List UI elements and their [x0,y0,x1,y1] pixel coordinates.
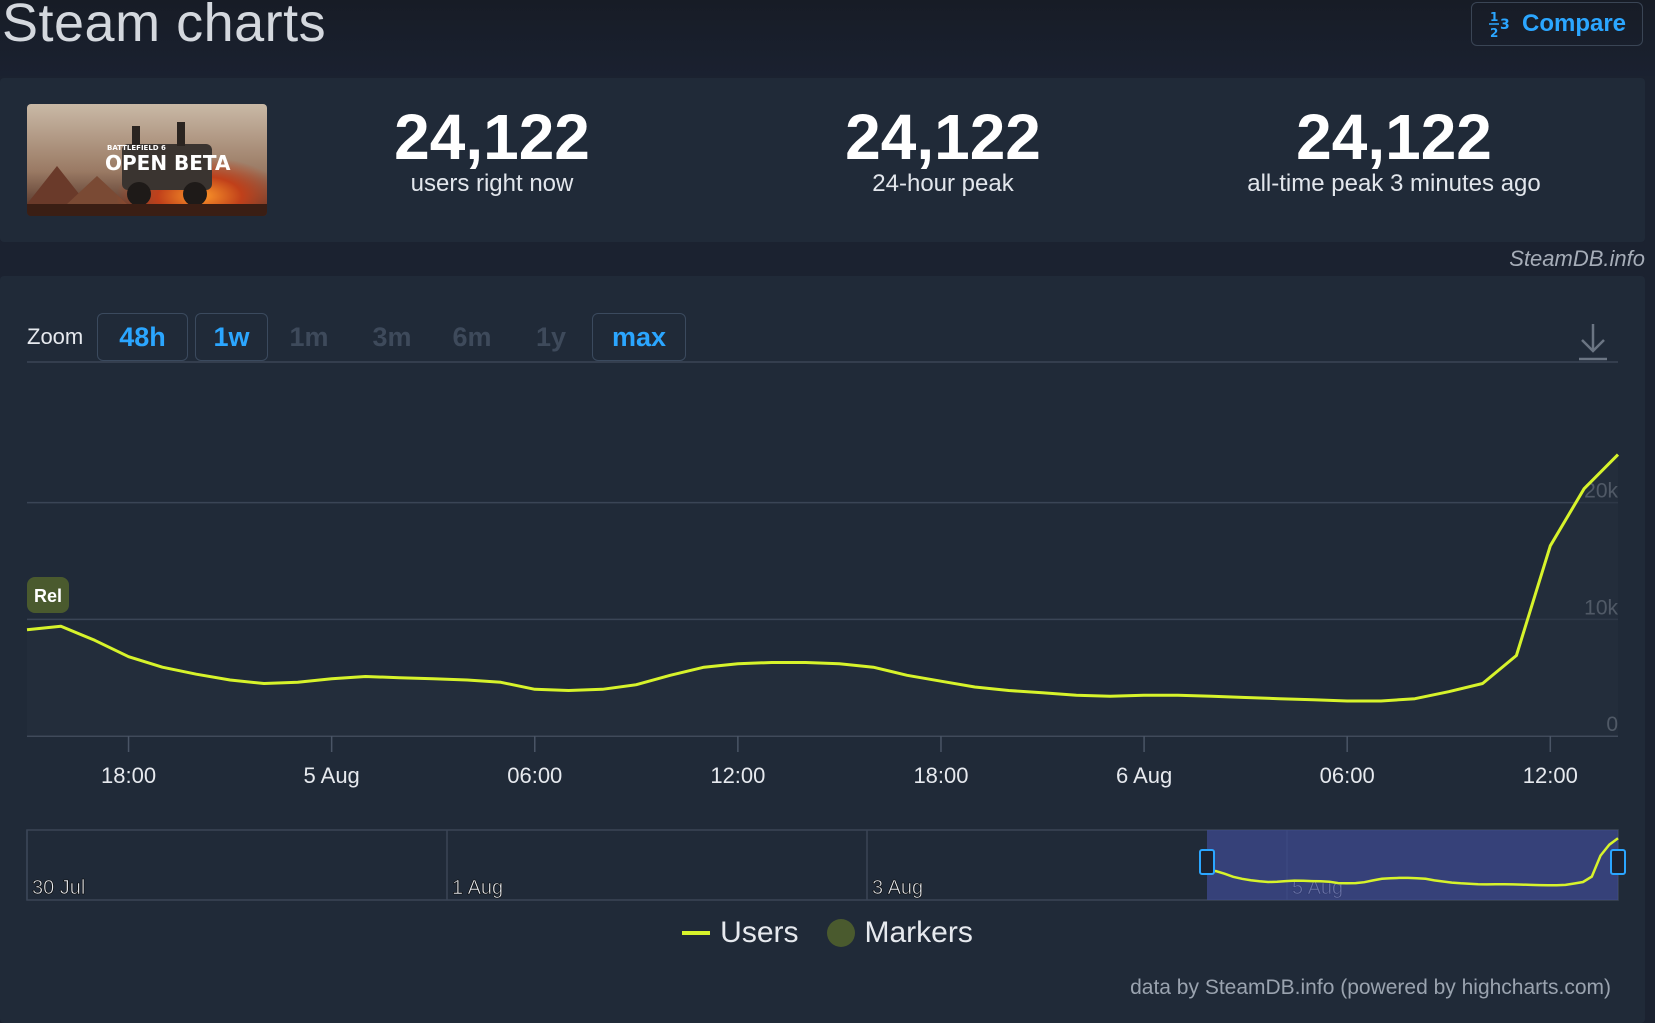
x-tick-label: 06:00 [507,763,562,788]
game-cover-image[interactable]: BATTLEFIELD 6 OPEN BETA [27,104,267,216]
users-area [27,454,1618,736]
svg-text:1: 1 [1490,10,1498,24]
page-title: Steam charts [2,0,327,53]
legend-users-label: Users [720,916,799,949]
x-tick-label: 12:00 [710,763,765,788]
chart-panel: Zoom 48h 1w 1m 3m 6m 1y max 010k20k18:00… [0,276,1645,1023]
stat-label: 24-hour peak [872,170,1014,197]
compare-icon: 1 3 2 [1488,10,1510,39]
x-tick-label: 12:00 [1523,763,1578,788]
top-bar: Steam charts 1 3 2 Compare [0,0,1655,76]
stat-label: all-time peak 3 minutes ago [1247,170,1541,197]
navigator-handle[interactable] [1199,849,1215,875]
x-tick-label: 5 Aug [304,763,360,788]
stat-label: users right now [410,170,574,197]
x-tick-label: 06:00 [1320,763,1375,788]
legend-users-swatch [682,931,711,935]
x-tick-label: 18:00 [913,763,968,788]
x-tick-label: 18:00 [101,763,156,788]
cover-title: OPEN BETA [105,151,231,175]
navigator-selection [1207,830,1618,900]
navigator-label: 3 Aug [872,877,923,899]
navigator-label: 1 Aug [452,877,503,899]
navigator-label: 30 Jul [32,877,85,899]
users-series-line [26,453,1620,703]
stat-value: 24,122 [394,101,590,173]
chart-legend: Users Markers [0,916,1655,950]
legend-markers[interactable]: Markers [826,916,973,950]
stat-all-time-peak: 24,122 all-time peak 3 minutes ago [1184,100,1604,198]
legend-markers-swatch [826,919,855,947]
legend-markers-label: Markers [864,916,973,949]
stat-value: 24,122 [845,101,1041,173]
compare-label: Compare [1521,10,1627,37]
compare-button[interactable]: 1 3 2 Compare [1471,2,1643,46]
svg-text:2: 2 [1490,26,1498,39]
stat-24h-peak: 24,122 24-hour peak [733,100,1153,198]
marker-flag[interactable]: Rel [27,577,69,613]
navigator-handle[interactable] [1610,849,1626,875]
stats-panel: BATTLEFIELD 6 OPEN BETA 24,122 users rig… [0,78,1645,242]
legend-users[interactable]: Users [682,916,799,950]
stat-value: 24,122 [1296,101,1492,173]
stat-current-users: 24,122 users right now [282,100,702,198]
users-line-chart[interactable]: 010k20k18:005 Aug06:0012:0018:006 Aug06:… [0,276,1645,916]
x-tick-label: 6 Aug [1116,763,1172,788]
attribution: SteamDB.info [1509,246,1645,271]
marker-label: Rel [34,586,62,606]
chart-credits[interactable]: data by SteamDB.info (powered by highcha… [1130,976,1611,1000]
svg-text:3: 3 [1500,17,1510,33]
